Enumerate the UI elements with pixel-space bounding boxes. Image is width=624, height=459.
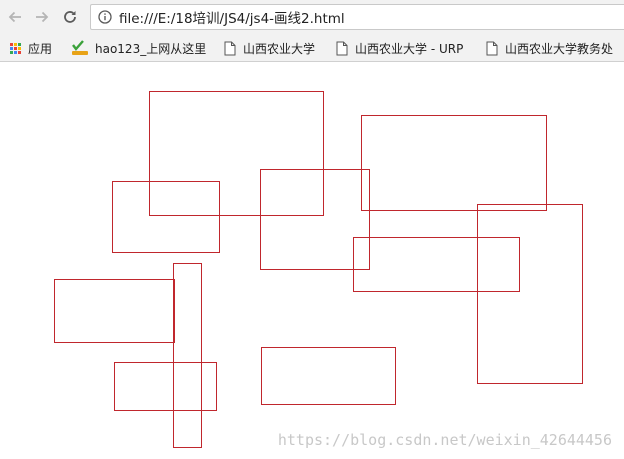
forward-arrow-icon xyxy=(36,11,49,23)
page-canvas xyxy=(0,62,624,459)
bookmark-label: 山西农业大学 - URP xyxy=(355,41,464,56)
bookmark-apps[interactable]: 应用 xyxy=(8,38,52,58)
drawn-rectangle xyxy=(112,181,220,253)
bookmark-label: hao123_上网从这里 xyxy=(95,41,207,56)
watermark-text: https://blog.csdn.net/weixin_42644456 xyxy=(277,431,612,449)
browser-toolbar: file:///E:/18培训/JS4/js4-画线2.html xyxy=(0,0,624,35)
back-arrow-icon xyxy=(8,11,21,23)
forward-button[interactable] xyxy=(31,6,53,28)
drawn-rectangle xyxy=(173,263,202,448)
file-info-icon xyxy=(97,9,113,25)
drawn-rectangle xyxy=(361,115,547,211)
page-icon xyxy=(223,40,237,56)
bookmark-hao123[interactable]: hao123_上网从这里 xyxy=(71,38,206,58)
bookmark-label: 应用 xyxy=(28,41,53,56)
reload-button[interactable] xyxy=(59,6,81,28)
bookmark-sxau-jwc[interactable]: 山西农业大学教务处 xyxy=(485,38,613,58)
bookmark-sxau-urp[interactable]: 山西农业大学 - URP xyxy=(335,38,463,58)
hao123-logo-icon xyxy=(71,40,89,56)
reload-icon xyxy=(64,11,76,23)
address-url[interactable]: file:///E:/18培训/JS4/js4-画线2.html xyxy=(119,7,345,27)
address-bar[interactable]: file:///E:/18培训/JS4/js4-画线2.html xyxy=(90,4,624,30)
bookmark-label: 山西农业大学教务处 xyxy=(505,41,614,56)
drawn-rectangle xyxy=(261,347,396,405)
page-icon xyxy=(485,40,499,56)
bookmark-label: 山西农业大学 xyxy=(243,41,316,56)
back-button[interactable] xyxy=(4,6,26,28)
drawn-rectangle xyxy=(114,362,217,411)
drawn-rectangle xyxy=(477,204,583,384)
bookmarks-bar: 应用 hao123_上网从这里 山西农业大学 山西农业大学 - URP 山西农业… xyxy=(0,35,624,62)
drawn-rectangle xyxy=(54,279,175,343)
page-icon xyxy=(335,40,349,56)
bookmark-sxau-1[interactable]: 山西农业大学 xyxy=(223,38,315,58)
apps-grid-icon xyxy=(8,40,22,56)
